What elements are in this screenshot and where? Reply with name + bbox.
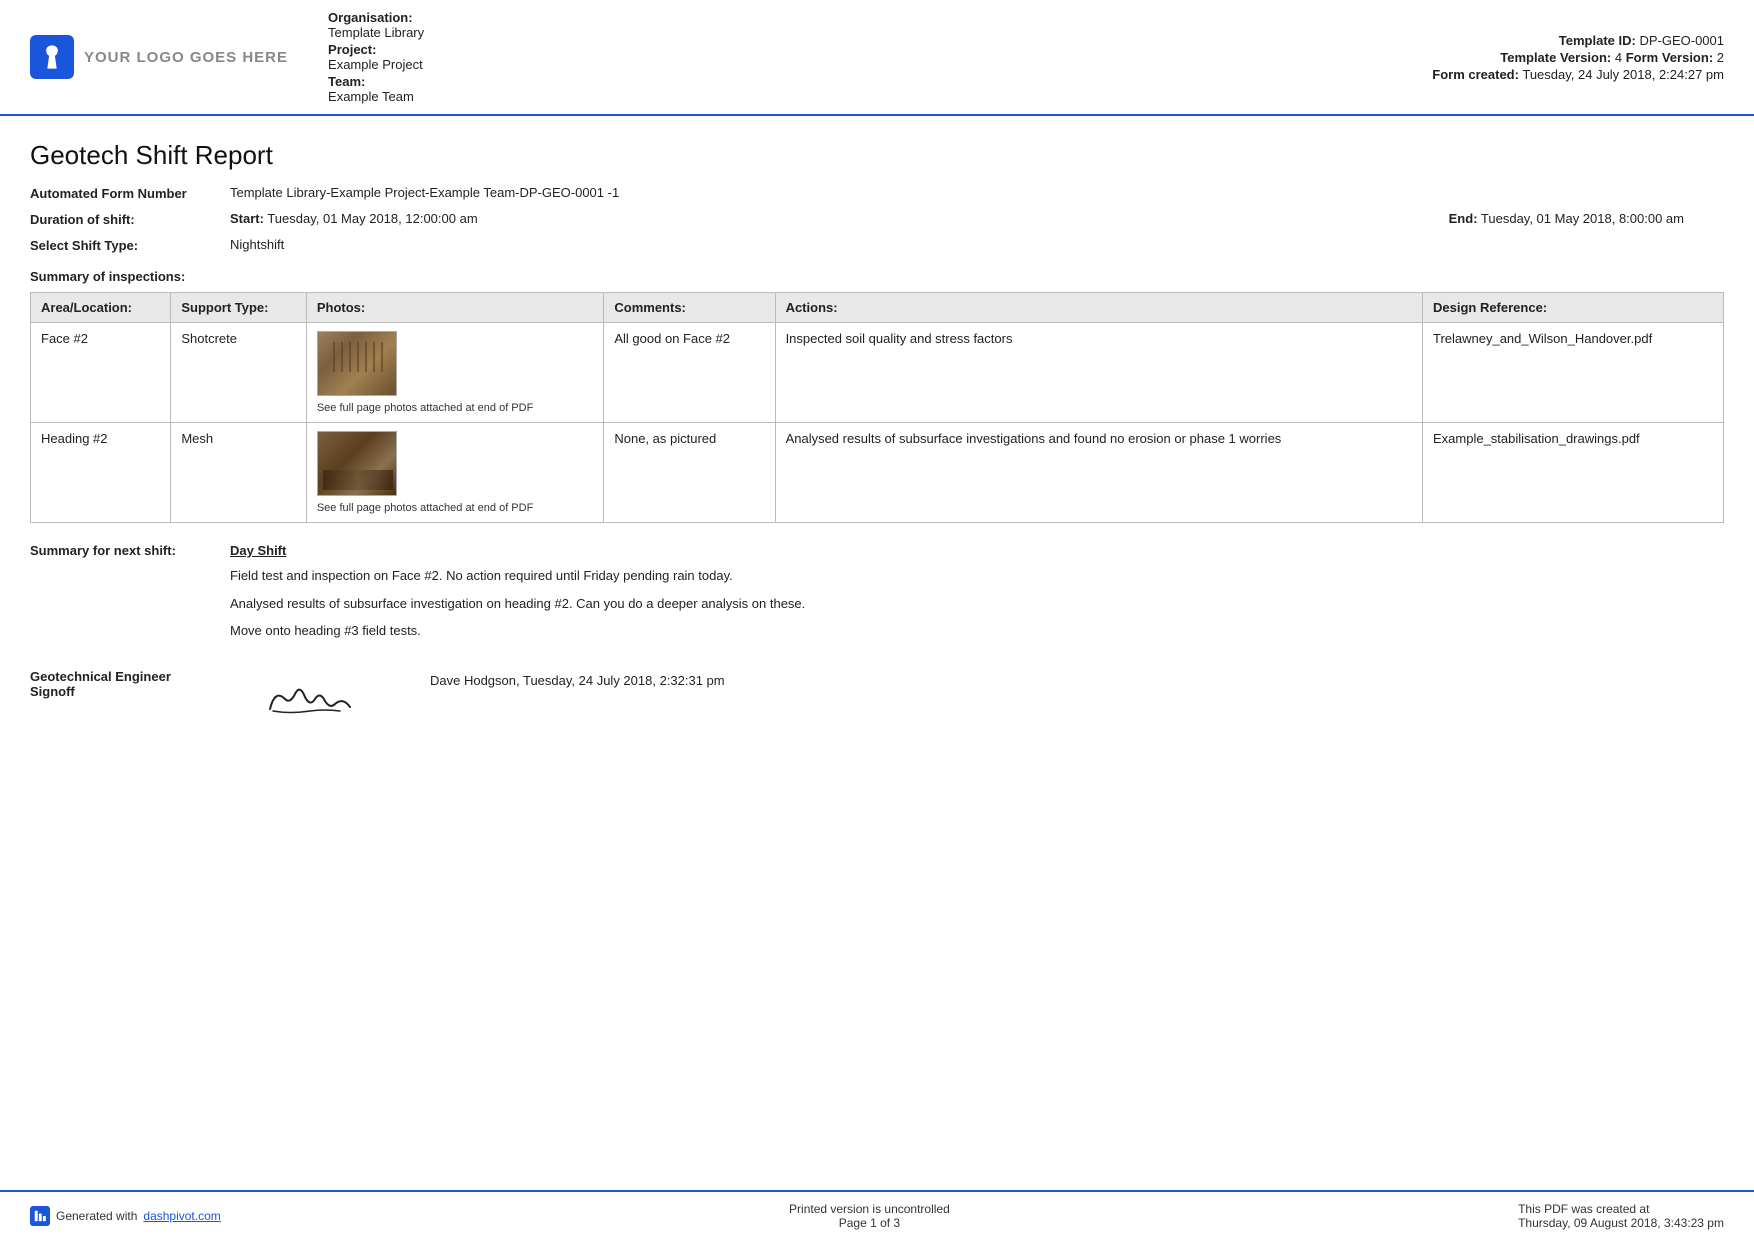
next-shift-row: Summary for next shift: Day Shift Field … bbox=[30, 543, 1724, 649]
cell-support-1: Shotcrete bbox=[171, 323, 306, 423]
footer-created-date: Thursday, 09 August 2018, 3:43:23 pm bbox=[1518, 1216, 1724, 1230]
table-header-row: Area/Location: Support Type: Photos: Com… bbox=[31, 293, 1724, 323]
page-header: YOUR LOGO GOES HERE Organisation: Templa… bbox=[0, 0, 1754, 116]
photo-thumbnail-2 bbox=[317, 431, 397, 496]
footer-center: Printed version is uncontrolled Page 1 o… bbox=[789, 1202, 950, 1230]
signature-drawing bbox=[255, 669, 365, 724]
form-created-line: Form created: Tuesday, 24 July 2018, 2:2… bbox=[1432, 67, 1724, 82]
footer-uncontrolled: Printed version is uncontrolled bbox=[789, 1202, 950, 1216]
duration-row: Duration of shift: Start: Tuesday, 01 Ma… bbox=[30, 211, 1724, 227]
photo-image-2 bbox=[318, 432, 396, 495]
col-actions: Actions: bbox=[775, 293, 1422, 323]
cell-design-1: Trelawney_and_Wilson_Handover.pdf bbox=[1422, 323, 1723, 423]
col-support: Support Type: bbox=[171, 293, 306, 323]
footer-link[interactable]: dashpivot.com bbox=[143, 1209, 220, 1223]
org-line: Organisation: Template Library bbox=[328, 10, 1392, 40]
shift-type-row: Select Shift Type: Nightshift bbox=[30, 237, 1724, 253]
footer-logo-icon bbox=[30, 1206, 50, 1226]
cell-comments-1: All good on Face #2 bbox=[604, 323, 775, 423]
next-shift-para-3: Move onto heading #3 field tests. bbox=[230, 621, 1724, 641]
next-shift-para-1: Field test and inspection on Face #2. No… bbox=[230, 566, 1724, 586]
next-shift-label: Summary for next shift: bbox=[30, 543, 230, 558]
header-org-info: Organisation: Template Library Project: … bbox=[328, 10, 1392, 104]
logo-text: YOUR LOGO GOES HERE bbox=[84, 49, 288, 66]
footer-right: This PDF was created at Thursday, 09 Aug… bbox=[1518, 1202, 1724, 1230]
col-comments: Comments: bbox=[604, 293, 775, 323]
next-shift-content: Day Shift Field test and inspection on F… bbox=[230, 543, 1724, 649]
inspection-table: Area/Location: Support Type: Photos: Com… bbox=[30, 292, 1724, 523]
duration-label: Duration of shift: bbox=[30, 211, 230, 227]
col-area: Area/Location: bbox=[31, 293, 171, 323]
template-id-line: Template ID: DP-GEO-0001 bbox=[1432, 33, 1724, 48]
photo-image-1 bbox=[318, 332, 396, 395]
photo-caption-1: See full page photos attached at end of … bbox=[317, 402, 594, 414]
signoff-label: Geotechnical Engineer Signoff bbox=[30, 669, 190, 699]
header-meta-info: Template ID: DP-GEO-0001 Template Versio… bbox=[1432, 10, 1724, 104]
cell-area-1: Face #2 bbox=[31, 323, 171, 423]
cell-design-2: Example_stabilisation_drawings.pdf bbox=[1422, 423, 1723, 523]
signoff-signature bbox=[250, 669, 370, 724]
cell-actions-2: Analysed results of subsurface investiga… bbox=[775, 423, 1422, 523]
duration-start: Start: Tuesday, 01 May 2018, 12:00:00 am bbox=[230, 211, 1449, 226]
page-footer: Generated with dashpivot.com Printed ver… bbox=[0, 1190, 1754, 1240]
footer-left: Generated with dashpivot.com bbox=[30, 1206, 221, 1226]
cell-photos-2: See full page photos attached at end of … bbox=[306, 423, 604, 523]
footer-created-label: This PDF was created at bbox=[1518, 1202, 1724, 1216]
logo-icon bbox=[30, 35, 74, 79]
col-photos: Photos: bbox=[306, 293, 604, 323]
team-line: Team: Example Team bbox=[328, 74, 1392, 104]
col-design: Design Reference: bbox=[1422, 293, 1723, 323]
cell-area-2: Heading #2 bbox=[31, 423, 171, 523]
cell-actions-1: Inspected soil quality and stress factor… bbox=[775, 323, 1422, 423]
main-content: Geotech Shift Report Automated Form Numb… bbox=[0, 116, 1754, 824]
version-line: Template Version: 4 Form Version: 2 bbox=[1432, 50, 1724, 65]
project-line: Project: Example Project bbox=[328, 42, 1392, 72]
logo-section: YOUR LOGO GOES HERE bbox=[30, 10, 288, 104]
report-title: Geotech Shift Report bbox=[30, 140, 1724, 171]
cell-support-2: Mesh bbox=[171, 423, 306, 523]
next-shift-para-2: Analysed results of subsurface investiga… bbox=[230, 594, 1724, 614]
cell-photos-1: See full page photos attached at end of … bbox=[306, 323, 604, 423]
table-row: Face #2 Shotcrete See full page photos a… bbox=[31, 323, 1724, 423]
photo-caption-2: See full page photos attached at end of … bbox=[317, 502, 594, 514]
photo-thumbnail-1 bbox=[317, 331, 397, 396]
cell-comments-2: None, as pictured bbox=[604, 423, 775, 523]
signoff-name-date: Dave Hodgson, Tuesday, 24 July 2018, 2:3… bbox=[430, 673, 725, 688]
next-shift-header: Day Shift bbox=[230, 543, 1724, 558]
form-number-row: Automated Form Number Template Library-E… bbox=[30, 185, 1724, 201]
summary-label: Summary of inspections: bbox=[30, 269, 1724, 284]
form-number-label: Automated Form Number bbox=[30, 185, 230, 201]
form-number-value: Template Library-Example Project-Example… bbox=[230, 185, 1724, 200]
shift-type-label: Select Shift Type: bbox=[30, 237, 230, 253]
signoff-row: Geotechnical Engineer Signoff Dave Hodgs… bbox=[30, 669, 1724, 724]
duration-end: End: Tuesday, 01 May 2018, 8:00:00 am bbox=[1449, 211, 1724, 226]
footer-generated-text: Generated with bbox=[56, 1209, 137, 1223]
footer-page: Page 1 of 3 bbox=[789, 1216, 950, 1230]
table-row: Heading #2 Mesh See full page photos att… bbox=[31, 423, 1724, 523]
shift-type-value: Nightshift bbox=[230, 237, 1724, 252]
